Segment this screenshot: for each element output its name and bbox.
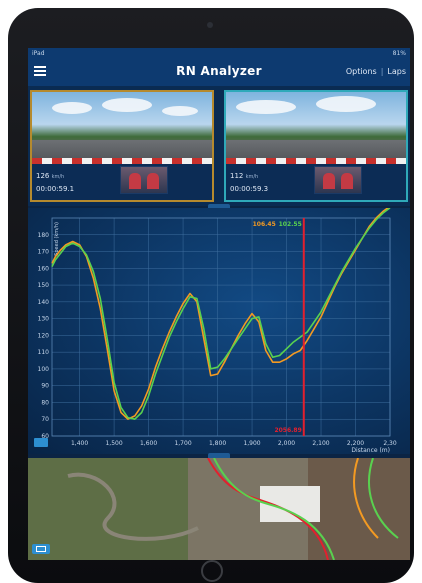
cockpit-camera-thumbnail	[120, 166, 168, 194]
speed-unit: km/h	[51, 174, 65, 180]
video-player-lap2[interactable]: 112 km/h 00:00:59.3	[224, 90, 408, 202]
x-tick-label: 1,900	[243, 440, 260, 447]
chart-mode-button	[34, 438, 48, 447]
y-tick-label: 180	[38, 232, 50, 239]
nav-separator: |	[380, 67, 384, 76]
racing-line-overlay	[67, 458, 399, 560]
speed-value: 112	[230, 172, 244, 180]
app-screen: iPad 81% RN Analyzer Options | Laps 126 …	[28, 48, 410, 560]
video-info: 126 km/h 00:00:59.1	[36, 170, 74, 195]
video-time: 00:00:59.1	[36, 185, 75, 193]
tablet-frame: iPad 81% RN Analyzer Options | Laps 126 …	[8, 8, 414, 583]
y-tick-label: 170	[38, 249, 50, 256]
video-time: 00:00:59.3	[230, 185, 269, 193]
readout-value-2: 102.55	[279, 221, 302, 228]
status-bar: iPad 81%	[28, 48, 410, 58]
battery-status: 81%	[392, 49, 406, 57]
nav-actions: Options | Laps	[346, 67, 406, 76]
video-panel: 126 km/h 00:00:59.1 112 km/h 00:00:59.3	[28, 86, 410, 206]
speed-unit: km/h	[245, 174, 259, 180]
track-map[interactable]	[28, 458, 410, 560]
track-camera-view	[32, 92, 212, 164]
x-tick-label: 2,30	[383, 440, 397, 447]
front-camera	[207, 22, 213, 28]
x-tick-label: 1,700	[174, 440, 191, 447]
x-tick-label: 2,100	[312, 440, 329, 447]
video-player-lap1[interactable]: 126 km/h 00:00:59.1	[30, 90, 214, 202]
y-tick-label: 90	[41, 383, 49, 390]
x-tick-label: 1,400	[71, 440, 88, 447]
x-tick-label: 2,000	[278, 440, 295, 447]
navigation-bar: RN Analyzer Options | Laps	[28, 58, 410, 86]
y-tick-label: 150	[38, 282, 50, 289]
track-camera-view	[226, 92, 406, 164]
laps-button[interactable]: Laps	[387, 67, 406, 76]
map-layer-button[interactable]	[32, 544, 50, 554]
y-tick-label: 80	[41, 399, 49, 406]
cursor-distance-label: 2056.89	[274, 427, 301, 434]
x-tick-label: 2,200	[347, 440, 364, 447]
y-tick-label: 120	[38, 332, 50, 339]
y-tick-label: 110	[38, 349, 50, 356]
y-tick-label: 160	[38, 265, 50, 272]
x-tick-label: 1,800	[209, 440, 226, 447]
y-tick-label: 140	[38, 299, 50, 306]
video-info: 112 km/h 00:00:59.3	[230, 170, 268, 195]
status-left: iPad	[32, 49, 45, 57]
x-axis-label: Distance (m)	[351, 447, 390, 454]
chart-canvas: 1,400 1,500 1,600 1,700 1,800 1,900 2,000 2,100…	[34, 208, 397, 454]
x-tick-label: 1,500	[105, 440, 122, 447]
x-tick-label: 1,600	[140, 440, 157, 447]
options-button[interactable]: Options	[346, 67, 377, 76]
y-tick-label: 100	[38, 366, 50, 373]
series-line-2	[51, 208, 391, 420]
readout-value-1: 106.45	[253, 221, 276, 228]
y-tick-label: 70	[41, 416, 49, 423]
home-button[interactable]	[201, 560, 223, 582]
y-tick-label: 130	[38, 316, 50, 323]
speed-distance-chart[interactable]: 1,400 1,500 1,600 1,700 1,800 1,900 2,000 2,100…	[28, 208, 410, 454]
speed-value: 126	[36, 172, 50, 180]
cockpit-camera-thumbnail	[314, 166, 362, 194]
